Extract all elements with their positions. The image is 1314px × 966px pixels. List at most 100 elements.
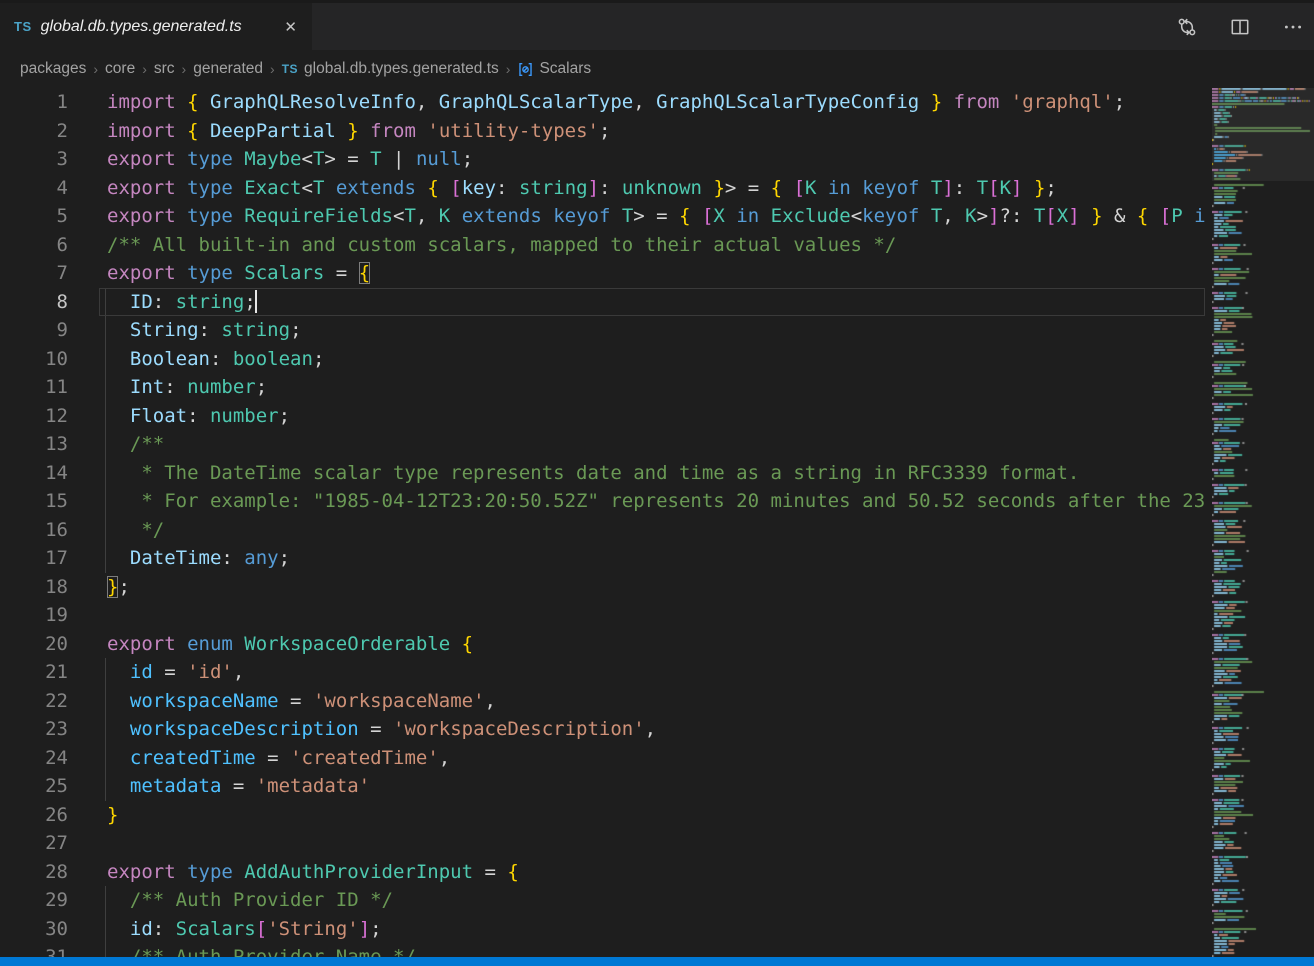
line-number[interactable]: 4 — [0, 174, 68, 203]
code-line-4[interactable]: 4export type Exact<T extends { [key: str… — [0, 174, 1205, 203]
code-line-3[interactable]: 3 export type Maybe<T> = T | null; — [0, 145, 1205, 174]
line-number[interactable]: 25 — [0, 772, 68, 801]
breadcrumb-separator: › — [182, 61, 187, 77]
code-line-2[interactable]: 2import { DeepPartial } from 'utility-ty… — [0, 117, 1205, 146]
code-line-30[interactable]: 30 id: Scalars['String']; — [0, 915, 1205, 944]
line-number[interactable]: 8 — [0, 288, 68, 317]
line-number[interactable]: 19 — [0, 601, 68, 630]
code-text: */ — [107, 516, 164, 545]
code-text: import { GraphQLResolveInfo, GraphQLScal… — [107, 88, 1125, 117]
code-line-8[interactable]: 8 ID: string; — [0, 288, 1205, 317]
code-line-5[interactable]: 5export type RequireFields<T, K extends … — [0, 202, 1205, 231]
breadcrumb-item-src[interactable]: src — [154, 60, 175, 78]
code-text: * For example: "1985-04-12T23:20:50.52Z"… — [107, 487, 1205, 516]
code-text: Int: number; — [107, 373, 267, 402]
line-number[interactable]: 24 — [0, 744, 68, 773]
indent-guide — [105, 487, 106, 516]
line-number[interactable]: 21 — [0, 658, 68, 687]
line-number[interactable]: 16 — [0, 516, 68, 545]
code-line-11[interactable]: 11 Int: number; — [0, 373, 1205, 402]
breadcrumb-item-generated[interactable]: generated — [193, 60, 263, 78]
split-editor-button[interactable] — [1227, 14, 1253, 40]
breadcrumb-item-core[interactable]: core — [105, 60, 135, 78]
code-line-7[interactable]: 7export type Scalars = { — [0, 259, 1205, 288]
vscode-window: TS global.db.types.generated.ts ✕ — [0, 0, 1314, 966]
code-line-16[interactable]: 16 */ — [0, 516, 1205, 545]
line-number[interactable]: 2 — [0, 117, 68, 146]
symbol-variable-icon — [517, 61, 534, 78]
code-text: /** — [107, 430, 164, 459]
code-line-28[interactable]: 28 export type AddAuthProviderInput = { — [0, 858, 1205, 887]
code-line-23[interactable]: 23 workspaceDescription = 'workspaceDesc… — [0, 715, 1205, 744]
line-number[interactable]: 23 — [0, 715, 68, 744]
breadcrumb-item-packages[interactable]: packages — [20, 60, 86, 78]
code-line-15[interactable]: 15 * For example: "1985-04-12T23:20:50.5… — [0, 487, 1205, 516]
line-number[interactable]: 11 — [0, 373, 68, 402]
code-line-1[interactable]: 1 import { GraphQLResolveInfo, GraphQLSca… — [0, 88, 1205, 117]
line-number[interactable]: 26 — [0, 801, 68, 830]
line-number[interactable]: 22 — [0, 687, 68, 716]
close-tab-button[interactable]: ✕ — [279, 16, 302, 38]
line-number[interactable]: 3 — [0, 145, 68, 174]
code-line-24[interactable]: 24 createdTime = 'createdTime', — [0, 744, 1205, 773]
line-number[interactable]: 27 — [0, 829, 68, 858]
indent-guide — [105, 402, 106, 431]
indent-guide — [105, 658, 106, 687]
line-number[interactable]: 18 — [0, 573, 68, 602]
code-line-14[interactable]: 14 * The DateTime scalar type represents… — [0, 459, 1205, 488]
line-number[interactable]: 12 — [0, 402, 68, 431]
code-line-26[interactable]: 26} — [0, 801, 1205, 830]
line-number[interactable]: 13 — [0, 430, 68, 459]
code-line-21[interactable]: 21 id = 'id', — [0, 658, 1205, 687]
code-line-22[interactable]: 22 workspaceName = 'workspaceName', — [0, 687, 1205, 716]
line-number[interactable]: 31 — [0, 943, 68, 957]
status-bar — [0, 957, 1314, 966]
breadcrumb-file[interactable]: TSglobal.db.types.generated.ts — [282, 60, 499, 78]
code-line-18[interactable]: 18}; — [0, 573, 1205, 602]
code-text: ID: string; — [107, 288, 256, 317]
line-number[interactable]: 30 — [0, 915, 68, 944]
open-changes-button[interactable] — [1174, 14, 1200, 40]
line-number[interactable]: 5 — [0, 202, 68, 231]
line-number[interactable]: 6 — [0, 231, 68, 260]
code-text: DateTime: any; — [107, 544, 290, 573]
code-text: Float: number; — [107, 402, 290, 431]
more-actions-button[interactable] — [1280, 14, 1306, 40]
code-text: metadata = 'metadata' — [107, 772, 370, 801]
code-text: createdTime = 'createdTime', — [107, 744, 450, 773]
line-number[interactable]: 20 — [0, 630, 68, 659]
code-text: export type AddAuthProviderInput = { — [107, 858, 519, 887]
line-number[interactable]: 7 — [0, 259, 68, 288]
code-line-25[interactable]: 25 metadata = 'metadata' — [0, 772, 1205, 801]
minimap-slider[interactable] — [1212, 88, 1314, 181]
tab-title: global.db.types.generated.ts — [41, 18, 271, 36]
code-line-12[interactable]: 12 Float: number; — [0, 402, 1205, 431]
line-number[interactable]: 29 — [0, 886, 68, 915]
line-number[interactable]: 15 — [0, 487, 68, 516]
code-line-31[interactable]: 31 /** Auth Provider Name */ — [0, 943, 1205, 957]
code-line-17[interactable]: 17 DateTime: any; — [0, 544, 1205, 573]
line-number[interactable]: 14 — [0, 459, 68, 488]
line-number[interactable]: 9 — [0, 316, 68, 345]
code-line-6[interactable]: 6 /** All built-in and custom scalars, ma… — [0, 231, 1205, 260]
code-line-9[interactable]: 9 String: string; — [0, 316, 1205, 345]
minimap[interactable] — [1212, 88, 1314, 957]
line-number[interactable]: 28 — [0, 858, 68, 887]
code-line-10[interactable]: 10 Boolean: boolean; — [0, 345, 1205, 374]
code-text: /** All built-in and custom scalars, map… — [107, 231, 896, 260]
typescript-file-icon: TS — [14, 19, 32, 34]
code-text: /** Auth Provider ID */ — [107, 886, 393, 915]
code-line-27[interactable]: 27 — [0, 829, 1205, 858]
tab-global-db-types-generated-ts[interactable]: TS global.db.types.generated.ts ✕ — [0, 3, 312, 50]
code-text: id = 'id', — [107, 658, 244, 687]
code-line-20[interactable]: 20export enum WorkspaceOrderable { — [0, 630, 1205, 659]
code-line-19[interactable]: 19 — [0, 601, 1205, 630]
breadcrumb-symbol[interactable]: Scalars — [517, 60, 591, 78]
code-line-29[interactable]: 29 /** Auth Provider ID */ — [0, 886, 1205, 915]
code-text: export type Maybe<T> = T | null; — [107, 145, 473, 174]
line-number[interactable]: 10 — [0, 345, 68, 374]
line-number[interactable]: 17 — [0, 544, 68, 573]
code-line-13[interactable]: 13 /** — [0, 430, 1205, 459]
line-number[interactable]: 1 — [0, 88, 68, 117]
breadcrumb-separator: › — [506, 61, 511, 77]
